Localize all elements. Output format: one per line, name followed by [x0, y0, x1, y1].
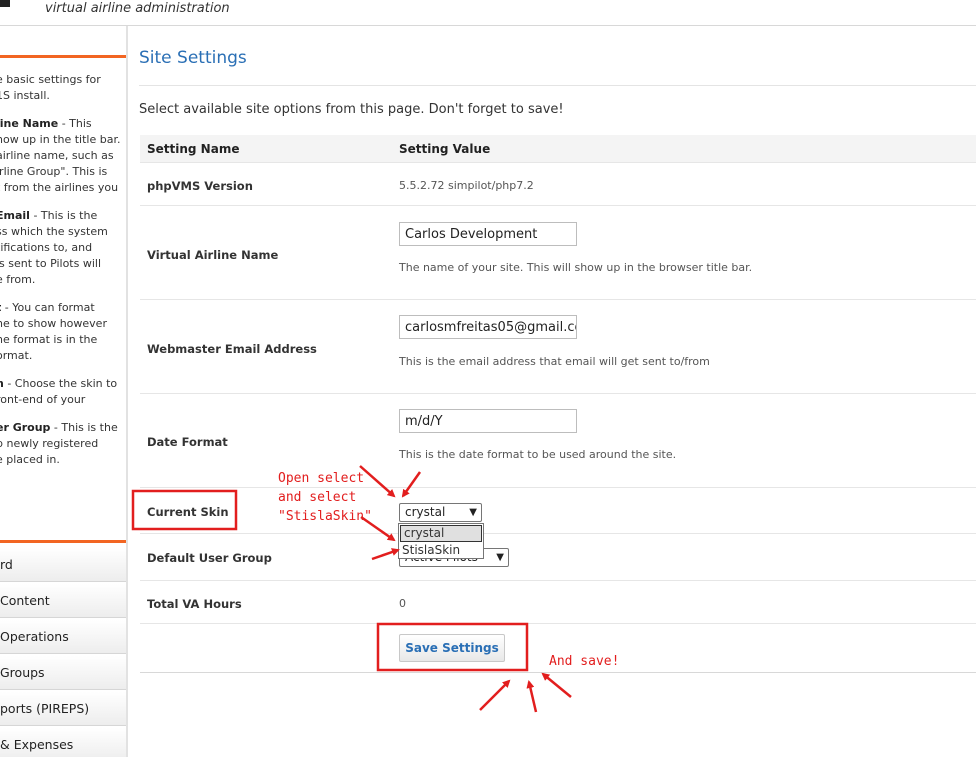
annotation-overlay [131, 465, 572, 713]
highlight-current-skin [131, 489, 238, 531]
highlight-save-button [376, 622, 529, 672]
arrow-to-save-3 [541, 672, 572, 698]
annotation-line: "StislaSkin" [278, 509, 372, 524]
arrow-to-option-2 [371, 548, 400, 561]
annotation-line: Open select [278, 471, 365, 486]
annotation-line: and select [278, 490, 357, 505]
arrow-to-select-2 [401, 471, 422, 498]
arrow-to-save-1 [479, 679, 511, 711]
arrow-to-save-2 [526, 680, 538, 713]
annotation-and-save: And save! [549, 654, 620, 669]
annotation-open-select: Open select and select "StislaSkin" [278, 469, 372, 526]
